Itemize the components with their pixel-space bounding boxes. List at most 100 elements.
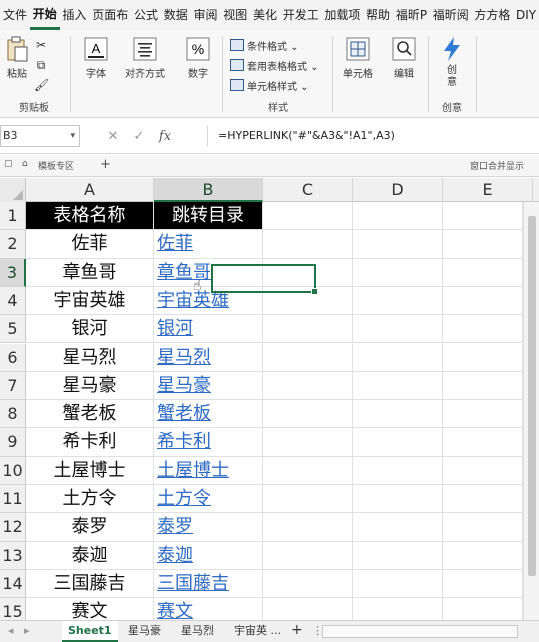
cells-button[interactable]: 单元格	[338, 36, 378, 80]
table-format-button[interactable]: 套用表格格式 ⌄	[230, 56, 319, 74]
tab-foxit-reader[interactable]: 福昕阅	[430, 0, 472, 30]
cell-a[interactable]: 泰罗	[26, 513, 154, 542]
empty-cell[interactable]	[263, 428, 353, 457]
column-header-b[interactable]: B	[154, 178, 263, 202]
column-header-a[interactable]: A	[26, 178, 154, 202]
empty-cell[interactable]	[263, 230, 353, 259]
empty-cell[interactable]	[353, 428, 443, 457]
hyperlink-cell[interactable]: 泰罗	[154, 513, 263, 542]
empty-cell[interactable]	[353, 371, 443, 401]
sheet-tab-sheet1[interactable]: Sheet1	[62, 621, 118, 642]
tab-insert[interactable]: 插入	[60, 0, 90, 30]
tab-diy[interactable]: DIY	[513, 0, 539, 30]
sheet-tab-xingmahao[interactable]: 星马豪	[122, 621, 167, 642]
add-workbook-button[interactable]: +	[100, 157, 111, 172]
format-painter-icon[interactable]: 🖌	[34, 78, 49, 92]
cell-a[interactable]: 星马烈	[26, 343, 154, 372]
tab-beautify[interactable]: 美化	[250, 0, 280, 30]
column-header-e[interactable]: E	[443, 178, 533, 202]
cell-a[interactable]: 佐菲	[26, 230, 154, 259]
cell-a[interactable]: 章鱼哥	[26, 258, 154, 287]
cancel-icon[interactable]: ✕	[100, 129, 126, 144]
empty-cell[interactable]	[443, 456, 523, 485]
cell-a[interactable]: 泰迦	[26, 541, 154, 570]
row-header[interactable]: 10	[0, 456, 26, 485]
document-icon[interactable]: ▢	[4, 159, 13, 169]
window-merge-button[interactable]: 窗口合并显示	[470, 159, 524, 172]
empty-cell[interactable]	[443, 541, 523, 570]
cell-a[interactable]: 希卡利	[26, 428, 154, 457]
horizontal-scrollbar[interactable]	[322, 625, 518, 638]
prev-sheet-icon[interactable]: ◂	[2, 621, 20, 642]
empty-cell[interactable]	[263, 400, 353, 429]
row-header[interactable]: 12	[0, 513, 26, 542]
row-header[interactable]: 2	[0, 230, 26, 259]
tab-formulas[interactable]: 公式	[131, 0, 161, 30]
empty-cell[interactable]	[353, 598, 443, 620]
header-cell-jump-directory[interactable]: 跳转目录	[154, 202, 263, 231]
cell-a[interactable]: 星马豪	[26, 371, 154, 401]
row-header[interactable]: 7	[0, 371, 26, 401]
empty-cell[interactable]	[443, 400, 523, 429]
empty-cell[interactable]	[443, 569, 523, 599]
cell-a[interactable]: 土屋博士	[26, 456, 154, 485]
column-header-c[interactable]: C	[263, 178, 353, 202]
empty-cell[interactable]	[263, 343, 353, 372]
empty-cell[interactable]	[353, 202, 443, 231]
empty-cell[interactable]	[353, 315, 443, 344]
row-header[interactable]: 11	[0, 485, 26, 514]
row-header[interactable]: 5	[0, 315, 26, 344]
row-header[interactable]: 13	[0, 541, 26, 570]
alignment-button[interactable]: 对齐方式	[120, 36, 170, 80]
row-header[interactable]: 1	[0, 202, 26, 231]
empty-cell[interactable]	[443, 598, 523, 620]
empty-cell[interactable]	[353, 230, 443, 259]
hyperlink-cell[interactable]: 希卡利	[154, 428, 263, 457]
hyperlink-cell[interactable]: 赛文	[154, 598, 263, 620]
scrollbar-thumb[interactable]	[528, 216, 536, 576]
empty-cell[interactable]	[443, 286, 523, 316]
paste-button[interactable]: 粘贴	[4, 36, 30, 80]
tab-review[interactable]: 审阅	[190, 0, 220, 30]
spreadsheet-grid[interactable]: A B C D E 1 表格名称 跳转目录 2 佐菲 佐菲 3 章鱼哥 章鱼哥 4 宇宙英雄 宇宙英雄…	[0, 178, 539, 620]
tab-view[interactable]: 视图	[220, 0, 250, 30]
sheet-tab-yuzhouyingxiong[interactable]: 宇宙英 ...	[228, 621, 287, 642]
empty-cell[interactable]	[353, 456, 443, 485]
next-sheet-icon[interactable]: ▸	[18, 621, 36, 642]
row-header[interactable]: 15	[0, 598, 26, 620]
cell-styles-button[interactable]: 单元格样式 ⌄	[230, 76, 309, 94]
template-area[interactable]: 模板专区	[38, 159, 74, 172]
empty-cell[interactable]	[443, 513, 523, 542]
empty-cell[interactable]	[353, 485, 443, 514]
copy-icon[interactable]: ⧉	[34, 58, 48, 73]
number-button[interactable]: % 数字	[180, 36, 216, 80]
empty-cell[interactable]	[443, 428, 523, 457]
hyperlink-cell[interactable]: 星马烈	[154, 343, 263, 372]
vertical-scrollbar[interactable]	[523, 202, 539, 620]
cell-a[interactable]: 银河	[26, 315, 154, 344]
empty-cell[interactable]	[263, 456, 353, 485]
empty-cell[interactable]	[353, 541, 443, 570]
hyperlink-cell[interactable]: 星马豪	[154, 371, 263, 401]
tab-home[interactable]: 开始	[29, 0, 60, 30]
cut-icon[interactable]: ✂	[34, 38, 48, 52]
conditional-format-button[interactable]: 条件格式 ⌄	[230, 36, 299, 54]
hyperlink-cell[interactable]: 佐菲	[154, 230, 263, 259]
cell-a[interactable]: 土方令	[26, 485, 154, 514]
hyperlink-cell[interactable]: 土屋博士	[154, 456, 263, 485]
empty-cell[interactable]	[443, 230, 523, 259]
row-header[interactable]: 9	[0, 428, 26, 457]
empty-cell[interactable]	[353, 513, 443, 542]
cell-a[interactable]: 赛文	[26, 598, 154, 620]
hyperlink-cell[interactable]: 银河	[154, 315, 263, 344]
confirm-icon[interactable]: ✓	[126, 129, 152, 144]
row-header[interactable]: 6	[0, 343, 26, 372]
empty-cell[interactable]	[443, 202, 523, 231]
row-header[interactable]: 8	[0, 400, 26, 429]
empty-cell[interactable]	[353, 343, 443, 372]
empty-cell[interactable]	[443, 485, 523, 514]
tab-addins[interactable]: 加载项	[321, 0, 363, 30]
formula-input[interactable]: =HYPERLINK("#"&A3&"!A1",A3)	[207, 125, 529, 147]
empty-cell[interactable]	[263, 569, 353, 599]
row-header[interactable]: 14	[0, 569, 26, 599]
